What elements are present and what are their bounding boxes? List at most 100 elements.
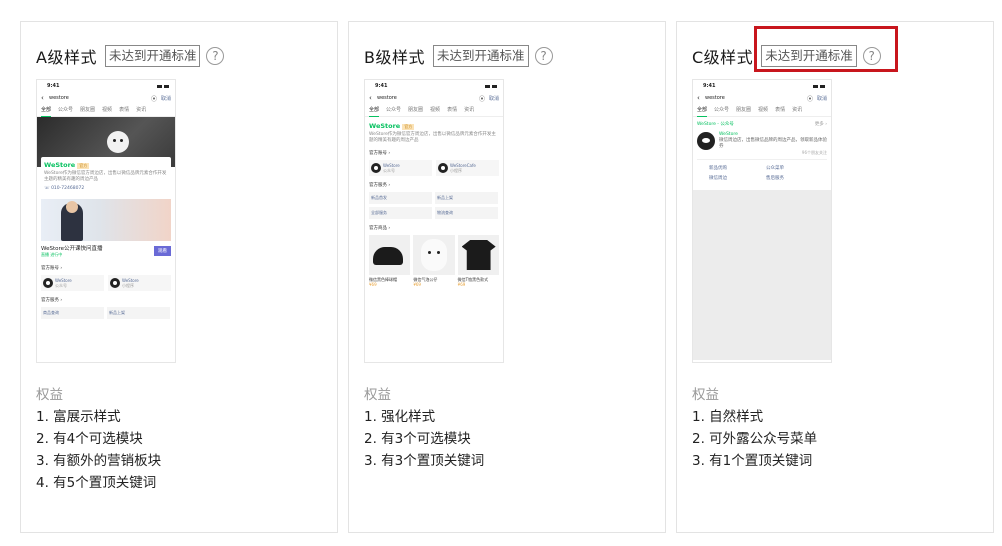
tab-video: 视频	[758, 106, 769, 113]
cancel-link: 取消	[488, 95, 499, 102]
accounts-title: 官方账号 ›	[369, 151, 391, 156]
store-card: WeStore 官方 WeStore作为微信官方周边店，出售以微信品牌元素合作开发…	[365, 117, 503, 146]
rights-item: 4. 有5个置顶关键词	[36, 475, 157, 491]
store-name: WeStore	[369, 122, 401, 130]
help-icon[interactable]: ?	[534, 47, 553, 65]
live-image	[41, 199, 171, 241]
tab-all: 全部	[697, 104, 708, 117]
phone-time: 9:41	[703, 83, 716, 89]
result-header: WeStore - 公众号 更多 ›	[697, 119, 827, 129]
account-avatar	[438, 163, 448, 173]
account-avatar	[43, 278, 53, 288]
style-card-b: B级样式 未达到开通标准 ? 9:41 ‹ westore ⦿ 取消 全部 公众…	[348, 21, 666, 533]
goods-price: ¥69	[413, 282, 421, 287]
rights-section: 权益 1. 自然样式 2. 可外露公众号菜单 3. 有1个置顶关键词	[692, 384, 817, 472]
phone-statusbar: 9:41	[37, 80, 175, 92]
store-name: WeStore	[44, 161, 76, 169]
rights-title: 权益	[36, 387, 63, 403]
store-desc: WeStore作为微信官方周边店，出售以微信品牌元素合作开发主题的精美有趣的周边…	[44, 171, 167, 182]
status-badge: 未达到开通标准	[104, 45, 201, 67]
services-title: 官方服务 ›	[369, 183, 391, 188]
tab-sticker: 表情	[119, 106, 130, 113]
rights-title: 权益	[364, 387, 391, 403]
tab-all: 全部	[41, 104, 52, 117]
search-query: westore	[705, 95, 725, 101]
accounts-row: WeStore 公众号 WeStore 小程序	[37, 273, 175, 293]
rights-title: 权益	[692, 387, 719, 403]
tab-official: 公众号	[58, 106, 74, 113]
phone-statusbar: 9:41	[693, 80, 831, 92]
search-query: westore	[49, 95, 69, 101]
service-item: 商品查询	[41, 307, 104, 319]
search-row: ‹ westore ⦿ 取消	[693, 92, 831, 104]
accounts-row: WeStore 公众号 WeStoreCafe 小程序	[365, 158, 503, 178]
phone-time: 9:41	[375, 83, 388, 89]
search-query: westore	[377, 95, 397, 101]
cancel-link: 取消	[160, 95, 171, 102]
help-icon[interactable]: ?	[206, 47, 225, 65]
service-item: 全部服务	[369, 207, 432, 219]
tab-official: 公众号	[714, 106, 730, 113]
service-item: 新品上架	[107, 307, 170, 319]
signal-battery-icon	[485, 84, 497, 88]
tab-official: 公众号	[386, 106, 402, 113]
tab-all: 全部	[369, 104, 380, 117]
rights-item: 1. 自然样式	[692, 409, 764, 425]
account-item: WeStore 公众号	[369, 160, 432, 176]
tab-news: 资讯	[464, 106, 475, 113]
account-avatar	[110, 278, 120, 288]
store-card: WeStore 官方 WeStore作为微信官方周边店，出售以微信品牌元素合作开发…	[41, 157, 171, 195]
account-menu: 新品优购 公众菜单 微信周边 售后服务	[697, 159, 827, 186]
rights-section: 权益 1. 强化样式 2. 有3个可选模块 3. 有3个置顶关键词	[364, 384, 484, 472]
store-phone: ☏ 010-72468072	[44, 186, 85, 191]
tab-sticker: 表情	[447, 106, 458, 113]
tab-moments: 朋友圈	[408, 106, 424, 113]
account-item: WeStore 小程序	[108, 275, 171, 291]
preview-a: 9:41 ‹ westore ⦿ 取消 全部 公众号 朋友圈 视频 表情 资讯 …	[36, 79, 176, 363]
services-grid: 新品首发 新品上架 全部服务 物流查询	[365, 190, 503, 221]
preview-b: 9:41 ‹ westore ⦿ 取消 全部 公众号 朋友圈 视频 表情 资讯 …	[364, 79, 504, 363]
search-row: ‹ westore ⦿ 取消	[365, 92, 503, 104]
official-tag: 官方	[77, 163, 90, 169]
highlight-annotation	[754, 26, 898, 72]
tab-moments: 朋友圈	[80, 106, 96, 113]
service-item: 新品首发	[369, 192, 432, 204]
rights-item: 3. 有额外的营销板块	[36, 453, 162, 469]
store-desc: WeStore作为微信官方周边店，出售以微信品牌元素合作开发主题的精美有趣的周边…	[369, 132, 496, 143]
search-tabs: 全部 公众号 朋友圈 视频 表情 资讯	[365, 104, 503, 117]
goods-item: 微信黑色棒球帽 ¥69	[369, 235, 411, 287]
services-title: 官方服务 ›	[41, 298, 63, 303]
back-icon: ‹	[697, 94, 700, 102]
goods-row: 微信黑色棒球帽 ¥69 微信气泡公仔 ¥69 微信T恤黑色款式 ¥69	[365, 233, 503, 289]
tab-video: 视频	[102, 106, 113, 113]
account-avatar	[371, 163, 381, 173]
rights-item: 2. 有4个可选模块	[36, 431, 143, 447]
watch-button: 观看	[154, 246, 171, 256]
service-item: 物流查询	[435, 207, 498, 219]
services-grid: 商品查询 新品上架	[37, 305, 175, 321]
tab-news: 资讯	[792, 106, 803, 113]
cap-image	[369, 235, 411, 275]
account-avatar	[697, 132, 715, 150]
level-title: A级样式	[36, 48, 97, 67]
phone-statusbar: 9:41	[365, 80, 503, 92]
card-header: B级样式 未达到开通标准 ?	[364, 44, 553, 68]
account-row: WeStore 微信周边店，出售微信品牌的周边产品，领取新品体验券 96个朋友关…	[697, 129, 827, 159]
rights-item: 1. 强化样式	[364, 409, 436, 425]
signal-battery-icon	[813, 84, 825, 88]
more-link: 更多 ›	[814, 122, 827, 127]
menu-item: 公众菜单	[766, 166, 784, 171]
style-card-c: C级样式 未达到开通标准 ? 9:41 ‹ westore ⦿ 取消 全部 公众…	[676, 21, 994, 533]
mic-icon: ⦿	[150, 95, 157, 103]
official-tag: 官方	[402, 124, 415, 130]
service-item: 新品上架	[435, 192, 498, 204]
goods-title: 官方商品 ›	[369, 226, 391, 231]
card-header: A级样式 未达到开通标准 ?	[36, 44, 225, 68]
rights-item: 1. 富展示样式	[36, 409, 121, 425]
mic-icon: ⦿	[806, 95, 813, 103]
signal-battery-icon	[157, 84, 169, 88]
rights-item: 3. 有1个置顶关键词	[692, 453, 813, 469]
rights-item: 2. 可外露公众号菜单	[692, 431, 818, 447]
account-item: WeStore 公众号	[41, 275, 104, 291]
goods-item: 微信T恤黑色款式 ¥69	[457, 235, 499, 287]
